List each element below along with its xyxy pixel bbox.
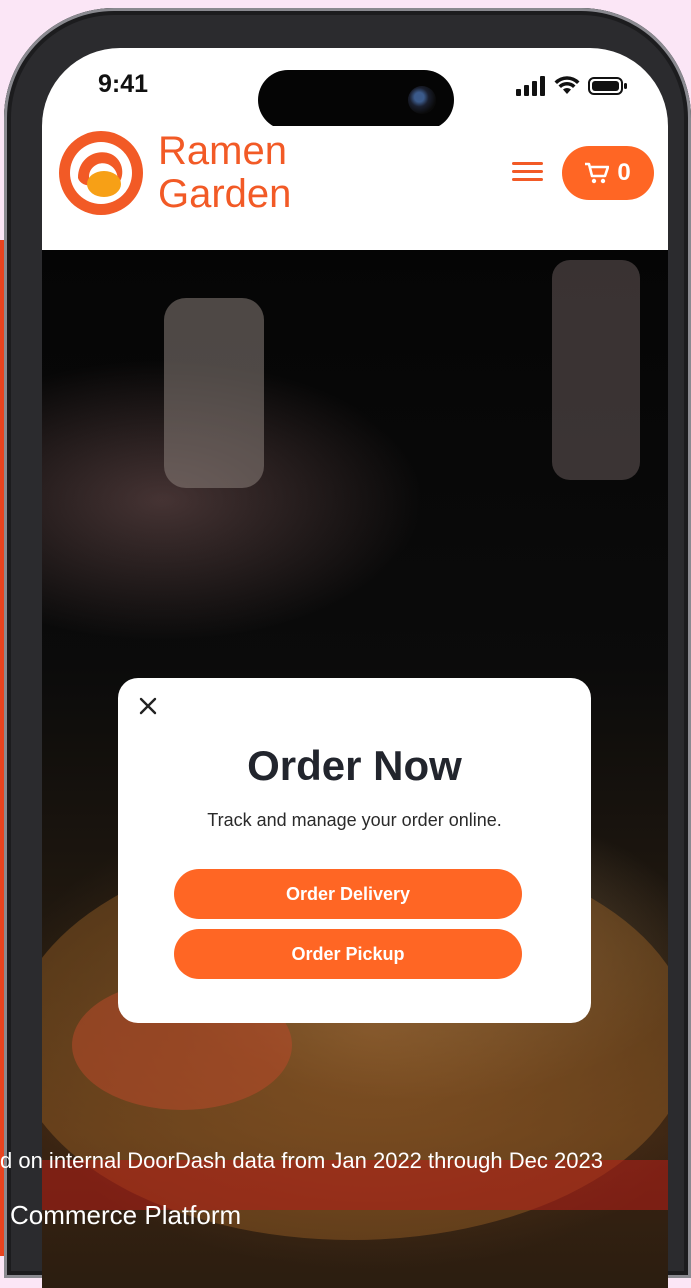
cart-count: 0 [617,159,631,186]
background-platform-text: Commerce Platform [10,1200,242,1230]
modal-title: Order Now [247,742,462,789]
phone-frame: 9:41 Ramen Garden 0 Order Now Track and … [4,8,691,1288]
dynamic-island [258,70,454,130]
site-header: Ramen Garden 0 [42,126,668,250]
status-icons [516,76,628,96]
hero-ramen-image: Order Now Track and manage your order on… [42,250,668,1288]
phone-screen: 9:41 Ramen Garden 0 Order Now Track and … [42,48,668,1288]
cart-button[interactable]: 0 [562,146,654,200]
brand-name-line2: Garden [158,172,292,216]
close-icon[interactable] [136,694,160,718]
order-delivery-button[interactable]: Order Delivery [174,869,522,919]
hamburger-menu-icon[interactable] [512,157,546,185]
ramen-garden-logo[interactable] [56,128,146,218]
signal-icon [516,76,545,96]
order-pickup-button[interactable]: Order Pickup [174,929,522,979]
status-time: 9:41 [98,70,149,98]
wifi-icon [554,76,580,94]
camera-icon [408,86,436,114]
status-bar: 9:41 [42,48,668,130]
battery-icon [588,77,627,95]
brand-name: Ramen Garden [158,130,291,216]
order-now-modal: Order Now Track and manage your order on… [118,678,591,1023]
modal-subtitle: Track and manage your order online. [207,810,502,830]
brand-name-line1: Ramen [158,129,287,173]
shopping-cart-icon [585,162,610,184]
background-caption: d on internal DoorDash data from Jan 202… [0,1148,603,1173]
